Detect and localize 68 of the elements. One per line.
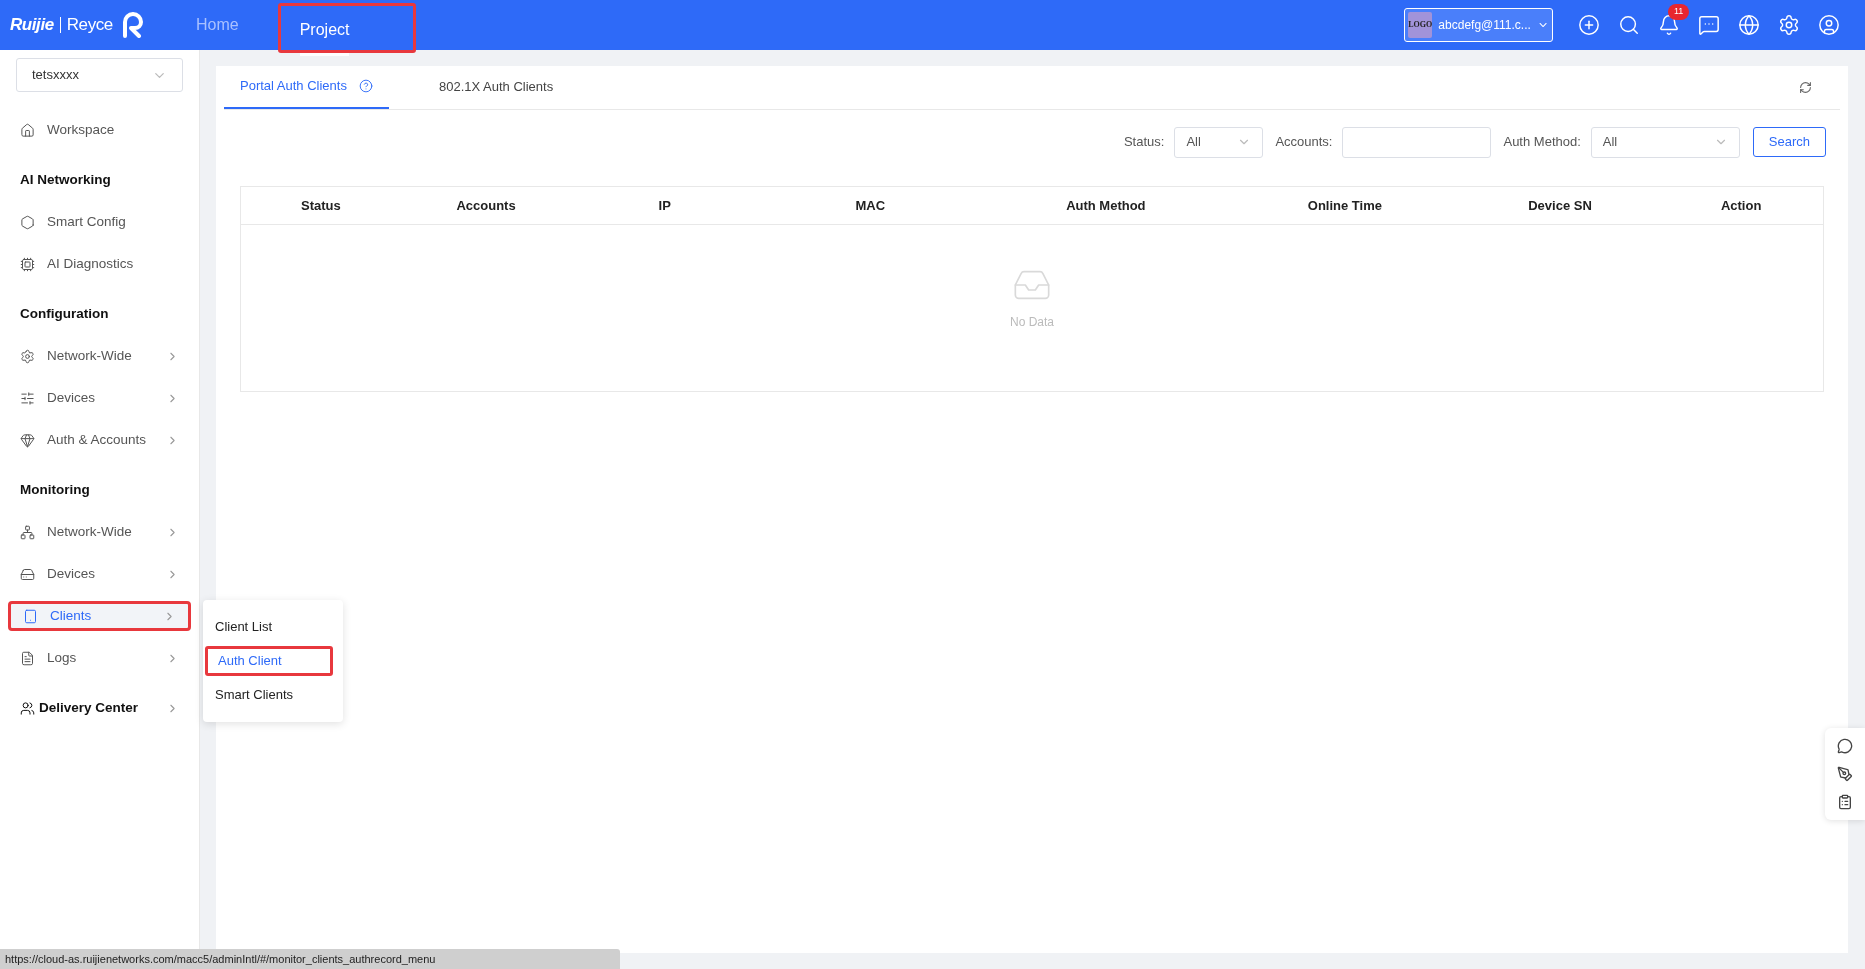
column-header: Auth Method [1066,196,1146,215]
flyout-item[interactable]: Client List [205,612,341,642]
gem-icon [20,432,35,448]
document-icon [20,650,35,666]
auth-method-label: Auth Method: [1503,133,1581,152]
house-icon [20,122,35,138]
status-select[interactable]: All [1174,126,1264,158]
empty-state-text: No Data [1010,314,1054,331]
sidebar-item[interactable]: Delivery Center [8,693,191,723]
gear-icon [20,348,35,364]
add-icon[interactable] [1578,14,1600,36]
search-icon[interactable] [1618,14,1640,36]
people-icon [20,700,35,716]
settings-icon[interactable] [1778,14,1800,36]
section-heading: Configuration [19,304,110,323]
cloud-r-icon [120,12,145,38]
chat-icon[interactable] [1837,738,1853,754]
bell-icon[interactable] [1658,14,1680,36]
sidebar-item[interactable]: Devices [8,383,191,413]
flyout-item[interactable]: Auth Client [205,646,333,676]
logo-sub-brand: Reyce [66,14,113,37]
status-bar: https://cloud-as.ruijienetworks.com/macc5/adminIntl/#/monitor_clients_authrecord_menu [0,949,620,969]
account-logo: LOGO [1408,12,1433,38]
account-email: abcdefg@111.c... [1438,17,1531,34]
sliders-icon [20,390,35,406]
drive-icon [20,566,35,582]
refresh-icon[interactable] [1799,81,1812,94]
network-icon [20,524,35,540]
section-heading: Monitoring [19,480,91,499]
help-icon[interactable] [358,79,373,93]
column-header: Action [1720,196,1762,215]
accounts-input[interactable] [1342,126,1492,158]
tablet-icon [23,608,38,624]
account-dropdown[interactable]: LOGO abcdefg@111.c... [1404,8,1553,42]
sidebar-item[interactable]: Logs [8,643,191,673]
user-icon[interactable] [1818,14,1840,36]
column-header: Device SN [1528,196,1592,215]
column-header: Accounts [456,196,516,215]
sidebar-item[interactable]: Smart Config [8,207,191,237]
column-header: IP [658,196,671,215]
tab[interactable]: 802.1X Auth Clients [422,65,570,109]
sidebar-item[interactable]: Clients [8,601,191,631]
sidebar-item[interactable]: Auth & Accounts [8,425,191,455]
notification-badge: 11 [1668,4,1690,20]
tab[interactable]: Portal Auth Clients [224,65,389,109]
accounts-label: Accounts: [1275,133,1333,152]
column-header: Online Time [1307,196,1382,215]
column-header: Status [300,196,341,215]
search-button[interactable]: Search [1752,127,1826,157]
hexagon-icon [20,214,35,230]
section-heading: AI Networking [19,170,112,189]
sidebar-item[interactable]: Workspace [8,115,191,145]
chip-icon [20,256,35,272]
nav-tab[interactable]: Project [277,3,416,53]
column-header: MAC [855,196,886,215]
flyout-item[interactable]: Smart Clients [205,680,341,710]
sidebar-item[interactable]: AI Diagnostics [8,249,191,279]
auth-method-select[interactable]: All [1590,126,1740,158]
sidebar-item[interactable]: Devices [8,559,191,589]
globe-icon[interactable] [1738,14,1760,36]
message-icon[interactable] [1698,14,1720,36]
logo-brand: Ruijie [10,14,54,37]
status-label: Status: [1123,133,1165,152]
clipboard-icon[interactable] [1837,794,1853,810]
project-select[interactable]: tetsxxxx [16,58,183,92]
sidebar-item[interactable]: Network-Wide [8,341,191,371]
pen-icon[interactable] [1837,766,1853,782]
sidebar-item[interactable]: Network-Wide [8,517,191,547]
